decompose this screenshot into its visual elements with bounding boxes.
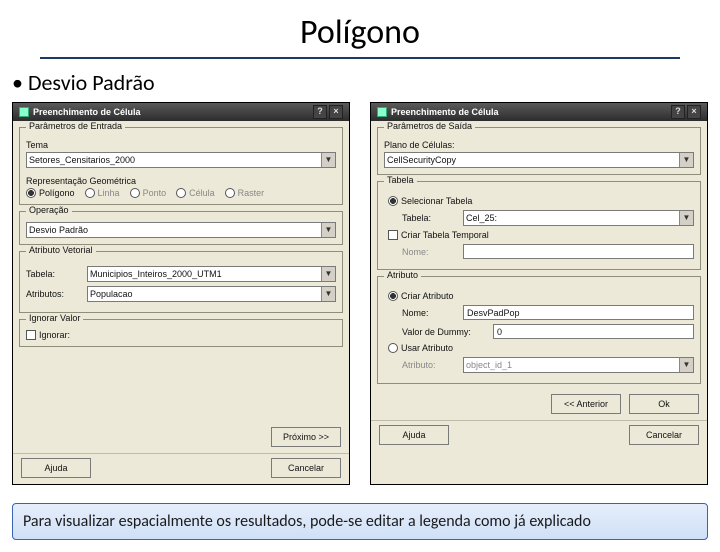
tema-value: Setores_Censitarios_2000 [29,155,135,165]
checkbox-icon [26,330,36,340]
chevron-down-icon[interactable]: ▼ [679,211,693,225]
dialog-fill-cell-2: Preenchimento de Célula ? × Parâmetros d… [370,102,708,485]
ok-button[interactable]: Ok [629,394,699,414]
dialog-fill-cell-1: Preenchimento de Célula ? × Parâmetros d… [12,102,350,485]
app-icon [377,107,387,117]
radio-linha: Linha [85,188,120,198]
footer-note: Para visualizar espacialmente os resulta… [12,503,708,540]
group-atributo-label: Atributo Vetorial [26,245,96,255]
atributos-label: Atributos: [26,289,81,299]
operacao-select[interactable]: Desvio Padrão ▼ [26,222,336,238]
plano-select[interactable]: CellSecurityCopy ▼ [384,152,694,168]
titlebar-2[interactable]: Preenchimento de Célula ? × [371,103,707,121]
nome-attr-input[interactable]: DesvPadPop [463,305,694,320]
radio-raster-label: Raster [238,188,265,198]
radio-poligono-label: Polígono [39,188,75,198]
help-button[interactable]: ? [313,105,327,119]
tema-select[interactable]: Setores_Censitarios_2000 ▼ [26,152,336,168]
radio-linha-label: Linha [98,188,120,198]
dummy-input[interactable]: 0 [493,324,694,339]
tabela2-label: Tabela: [402,213,457,223]
operacao-value: Desvio Padrão [29,225,88,235]
group-ignorar-label: Ignorar Valor [26,313,83,323]
titlebar-1[interactable]: Preenchimento de Célula ? × [13,103,349,121]
chevron-down-icon[interactable]: ▼ [679,153,693,167]
dialog-title-1: Preenchimento de Célula [33,103,141,121]
group-entrada: Parâmetros de Entrada Tema Setores_Censi… [19,127,343,205]
ajuda-button-2[interactable]: Ajuda [379,425,449,445]
atributos-select[interactable]: Populacao ▼ [87,286,336,302]
help-button[interactable]: ? [671,105,685,119]
radio-ponto-label: Ponto [143,188,167,198]
atributo-value: object_id_1 [466,360,512,370]
group-operacao-label: Operação [26,205,72,215]
group-atributo: Atributo Criar Atributo Nome: DesvPadPop… [377,276,701,384]
criar-atributo-label: Criar Atributo [401,291,454,301]
radio-ponto: Ponto [130,188,167,198]
chevron-down-icon[interactable]: ▼ [321,223,335,237]
group-entrada-label: Parâmetros de Entrada [26,121,125,131]
group-atributo-label-2: Atributo [384,270,421,280]
nome-attr-value: DesvPadPop [467,308,520,318]
seltab-label: Selecionar Tabela [401,196,472,206]
tabela2-select[interactable]: Cel_25: ▼ [463,210,694,226]
checkbox-icon [388,230,398,240]
nome-label: Nome: [402,247,457,257]
cancelar-button-2[interactable]: Cancelar [629,425,699,445]
group-operacao: Operação Desvio Padrão ▼ [19,211,343,245]
dummy-label: Valor de Dummy: [402,327,487,337]
group-tabela-label: Tabela [384,175,417,185]
dialog-title-2: Preenchimento de Célula [391,103,499,121]
tabela-value: Municipios_Inteiros_2000_UTM1 [90,269,222,279]
dummy-value: 0 [497,327,502,337]
tabela-label: Tabela: [26,269,81,279]
rep-label: Representação Geométrica [26,176,336,186]
ajuda-button[interactable]: Ajuda [21,458,91,478]
tabela2-value: Cel_25: [466,213,497,223]
chevron-down-icon[interactable]: ▼ [321,153,335,167]
group-saida: Parâmetros de Saída Plano de Células: Ce… [377,127,701,175]
bullet-desvio: Desvio Padrão [0,69,720,96]
group-tabela: Tabela Selecionar Tabela Tabela: Cel_25:… [377,181,701,270]
radio-usar-atributo[interactable]: Usar Atributo [388,343,694,353]
ignorar-label: Ignorar: [39,330,70,340]
nome-input [463,244,694,259]
title-underline [40,57,680,59]
cancelar-button[interactable]: Cancelar [271,458,341,478]
chevron-down-icon[interactable]: ▼ [321,267,335,281]
radio-criar-atributo[interactable]: Criar Atributo [388,291,694,301]
plano-label: Plano de Células: [384,140,694,150]
slide-title: Polígono [0,12,720,53]
radio-celula-label: Célula [189,188,215,198]
usar-atributo-label: Usar Atributo [401,343,453,353]
close-button[interactable]: × [687,105,701,119]
atributo-label: Atributo: [402,360,457,370]
group-ignorar: Ignorar Valor Ignorar: [19,319,343,347]
plano-value: CellSecurityCopy [387,155,456,165]
atributos-value: Populacao [90,289,133,299]
atributo-select: object_id_1 ▼ [463,357,694,373]
nome-attr-label: Nome: [402,308,457,318]
tabela-select[interactable]: Municipios_Inteiros_2000_UTM1 ▼ [87,266,336,282]
radio-celula: Célula [176,188,215,198]
criar-temporal-label: Criar Tabela Temporal [401,230,489,240]
check-criar-temporal[interactable]: Criar Tabela Temporal [388,230,694,240]
group-atributo-vetorial: Atributo Vetorial Tabela: Municipios_Int… [19,251,343,313]
app-icon [19,107,29,117]
chevron-down-icon: ▼ [679,358,693,372]
group-saida-label: Parâmetros de Saída [384,121,475,131]
anterior-button[interactable]: << Anterior [551,394,621,414]
check-ignorar[interactable]: Ignorar: [26,330,336,340]
close-button[interactable]: × [329,105,343,119]
proximo-button[interactable]: Próximo >> [271,427,341,447]
radio-poligono[interactable]: Polígono [26,188,75,198]
radio-raster: Raster [225,188,265,198]
tema-label: Tema [26,140,336,150]
radio-selecionar-tabela[interactable]: Selecionar Tabela [388,196,694,206]
chevron-down-icon[interactable]: ▼ [321,287,335,301]
